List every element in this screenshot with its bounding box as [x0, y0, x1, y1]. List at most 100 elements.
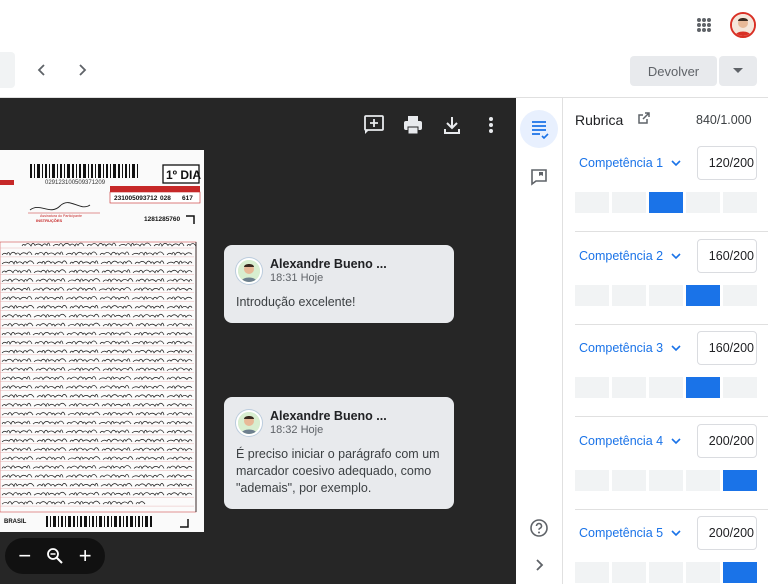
room-number: 617 [182, 195, 193, 202]
apps-grid-icon[interactable] [697, 18, 711, 32]
rubric-criterion: Competência 3 160/200 [563, 325, 768, 417]
rubric-level[interactable] [649, 377, 683, 398]
barcode-number: 029123100509371209 [45, 180, 106, 186]
criterion-score: 200 [708, 433, 730, 448]
author-avatar [236, 257, 262, 284]
rubric-level[interactable] [612, 284, 646, 306]
rubric-levels [575, 377, 757, 398]
rubric-level[interactable] [723, 469, 757, 491]
criterion-score-field[interactable]: 200/200 [697, 516, 757, 550]
rubric-title: Rubrica [575, 112, 624, 128]
more-vert-icon[interactable] [480, 114, 502, 136]
rubric-level[interactable] [686, 284, 720, 306]
criterion-label: Competência 3 [579, 341, 664, 355]
comment-header: Alexandre Bueno ... 18:32 Hoje [236, 409, 442, 436]
rubric-level[interactable] [575, 192, 609, 213]
rubric-level[interactable] [686, 562, 720, 583]
rubric-criterion: Competência 5 200/200 [563, 510, 768, 584]
rubric-level[interactable] [723, 377, 757, 398]
return-options-button[interactable] [719, 56, 757, 86]
rubric-level[interactable] [649, 192, 683, 213]
download-icon[interactable] [441, 114, 463, 136]
criterion-score-field[interactable]: 160/200 [697, 238, 757, 273]
total-score-value: 840 [696, 113, 717, 127]
zoom-reset-icon[interactable] [46, 547, 64, 565]
criterion-score: 120 [708, 156, 730, 170]
comment-card[interactable]: Alexandre Bueno ... 18:31 Hoje Introduçã… [224, 245, 454, 323]
rubric-panel-toggle[interactable] [520, 110, 558, 148]
criterion-toggle[interactable]: Competência 5 [579, 526, 681, 540]
rubric-level[interactable] [649, 562, 683, 583]
chevron-down-icon [671, 252, 681, 259]
criterion-toggle[interactable]: Competência 3 [579, 341, 681, 355]
rubric-level[interactable] [686, 469, 720, 491]
rubric-level[interactable] [723, 562, 757, 583]
viewer-actions [363, 114, 502, 136]
chevron-right-icon[interactable] [532, 558, 546, 572]
rubric-criterion: Competência 4 200/200 [563, 418, 768, 510]
return-button[interactable]: Devolver [630, 56, 717, 86]
student-selector[interactable] [0, 52, 15, 88]
open-in-new-icon[interactable] [637, 111, 651, 125]
criterion-score-field[interactable]: 120/200 [697, 146, 757, 180]
rubric-level[interactable] [686, 377, 720, 398]
comment-text: É preciso iniciar o parágrafo com um mar… [236, 447, 440, 495]
rubric-level[interactable] [686, 192, 720, 213]
rubric-level[interactable] [723, 192, 757, 213]
criterion-toggle[interactable]: Competência 2 [579, 249, 681, 263]
criterion-score: 200 [708, 526, 730, 540]
chevron-down-icon [671, 160, 681, 167]
rubric-levels [575, 469, 757, 491]
rubric-level[interactable] [723, 284, 757, 306]
rubric-level[interactable] [612, 469, 646, 491]
zoom-controls: − + [5, 538, 105, 574]
criterion-max: /200 [729, 248, 754, 263]
help-icon[interactable] [529, 518, 549, 538]
criterion-toggle[interactable]: Competência 4 [579, 434, 681, 448]
criterion-score-field[interactable]: 160/200 [697, 331, 757, 365]
rubric-level[interactable] [575, 469, 609, 491]
add-comment-icon[interactable] [363, 114, 385, 136]
criterion-score-field[interactable]: 200/200 [697, 423, 757, 458]
criterion-score: 160 [708, 341, 730, 355]
zoom-in-button[interactable]: + [79, 545, 92, 567]
chevron-down-icon [671, 345, 681, 352]
comment-header: Alexandre Bueno ... 18:31 Hoje [236, 257, 442, 284]
print-icon[interactable] [402, 114, 424, 136]
criterion-label: Competência 4 [579, 433, 664, 448]
comment-time: 18:31 Hoje [270, 272, 324, 284]
form-number: 1281285760 [144, 216, 181, 223]
rubric-levels [575, 192, 757, 213]
comment-card[interactable]: Alexandre Bueno ... 18:32 Hoje É preciso… [224, 397, 454, 509]
rubric-icon [532, 121, 549, 140]
account-avatar[interactable] [730, 12, 756, 38]
inscription-number: 231005093712 [114, 195, 158, 202]
footer-brand: BRASIL [4, 519, 27, 525]
rubric-level[interactable] [612, 192, 646, 213]
rubric-level[interactable] [575, 562, 609, 583]
comment-text: Introdução excelente! [236, 295, 356, 309]
top-bar [0, 0, 768, 50]
rubric-criterion: Competência 1 120/200 [563, 140, 768, 232]
criterion-score: 160 [708, 248, 730, 263]
criterion-toggle[interactable]: Competência 1 [579, 156, 681, 170]
rubric-level[interactable] [612, 562, 646, 583]
side-rail [516, 98, 563, 584]
zoom-out-button[interactable]: − [18, 545, 31, 567]
criterion-max: /200 [729, 526, 754, 540]
rubric-level[interactable] [575, 284, 609, 306]
rubric-level[interactable] [575, 377, 609, 398]
day-label: 1º DIA [166, 168, 201, 182]
previous-student-icon[interactable] [35, 63, 49, 77]
next-student-icon[interactable] [75, 63, 89, 77]
rubric-levels [575, 562, 757, 583]
rubric-levels [575, 284, 757, 306]
criterion-max: /200 [729, 156, 754, 170]
rubric-level[interactable] [649, 284, 683, 306]
chevron-down-icon [671, 530, 681, 537]
rubric-level[interactable] [612, 377, 646, 398]
author-avatar [236, 409, 262, 436]
comment-bank-icon[interactable] [529, 167, 549, 187]
rubric-level[interactable] [649, 469, 683, 491]
criterion-label: Competência 5 [579, 526, 664, 540]
